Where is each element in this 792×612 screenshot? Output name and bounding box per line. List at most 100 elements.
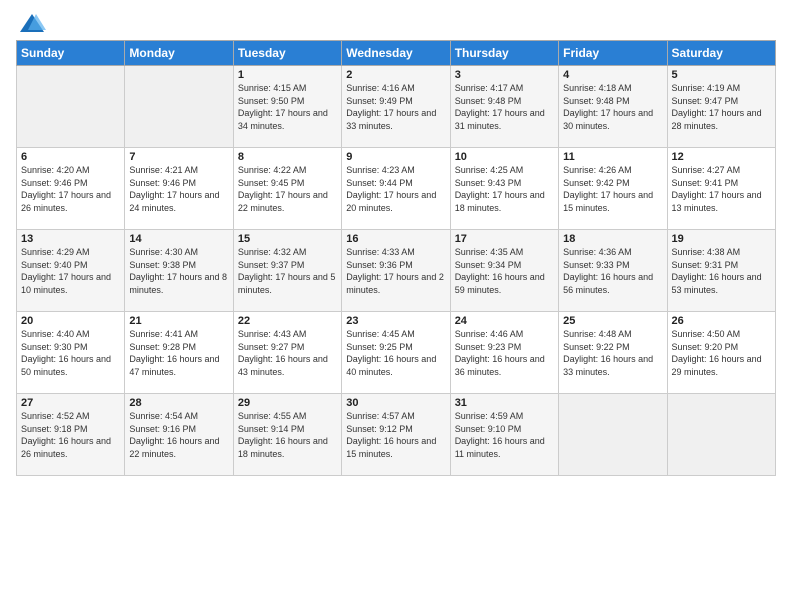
day-info: Sunrise: 4:45 AM Sunset: 9:25 PM Dayligh…: [346, 328, 445, 378]
day-number: 9: [346, 151, 445, 163]
calendar-week-5: 27Sunrise: 4:52 AM Sunset: 9:18 PM Dayli…: [17, 394, 776, 476]
day-number: 30: [346, 397, 445, 409]
day-number: 17: [455, 233, 554, 245]
calendar-cell: [667, 394, 775, 476]
day-number: 5: [672, 69, 771, 81]
day-number: 19: [672, 233, 771, 245]
day-info: Sunrise: 4:52 AM Sunset: 9:18 PM Dayligh…: [21, 410, 120, 460]
day-info: Sunrise: 4:23 AM Sunset: 9:44 PM Dayligh…: [346, 164, 445, 214]
day-info: Sunrise: 4:57 AM Sunset: 9:12 PM Dayligh…: [346, 410, 445, 460]
th-sunday: Sunday: [17, 41, 125, 66]
day-info: Sunrise: 4:18 AM Sunset: 9:48 PM Dayligh…: [563, 82, 662, 132]
day-info: Sunrise: 4:17 AM Sunset: 9:48 PM Dayligh…: [455, 82, 554, 132]
day-number: 10: [455, 151, 554, 163]
day-number: 8: [238, 151, 337, 163]
day-info: Sunrise: 4:25 AM Sunset: 9:43 PM Dayligh…: [455, 164, 554, 214]
calendar-cell: 20Sunrise: 4:40 AM Sunset: 9:30 PM Dayli…: [17, 312, 125, 394]
calendar-cell: 17Sunrise: 4:35 AM Sunset: 9:34 PM Dayli…: [450, 230, 558, 312]
calendar-week-3: 13Sunrise: 4:29 AM Sunset: 9:40 PM Dayli…: [17, 230, 776, 312]
day-number: 28: [129, 397, 228, 409]
day-number: 7: [129, 151, 228, 163]
calendar-cell: 13Sunrise: 4:29 AM Sunset: 9:40 PM Dayli…: [17, 230, 125, 312]
day-number: 13: [21, 233, 120, 245]
calendar-cell: 29Sunrise: 4:55 AM Sunset: 9:14 PM Dayli…: [233, 394, 341, 476]
day-number: 23: [346, 315, 445, 327]
day-info: Sunrise: 4:43 AM Sunset: 9:27 PM Dayligh…: [238, 328, 337, 378]
logo-icon: [18, 10, 46, 38]
calendar-cell: 21Sunrise: 4:41 AM Sunset: 9:28 PM Dayli…: [125, 312, 233, 394]
calendar-table: Sunday Monday Tuesday Wednesday Thursday…: [16, 40, 776, 476]
day-number: 1: [238, 69, 337, 81]
day-number: 22: [238, 315, 337, 327]
calendar-cell: 24Sunrise: 4:46 AM Sunset: 9:23 PM Dayli…: [450, 312, 558, 394]
logo: [16, 10, 46, 34]
calendar-week-1: 1Sunrise: 4:15 AM Sunset: 9:50 PM Daylig…: [17, 66, 776, 148]
day-info: Sunrise: 4:48 AM Sunset: 9:22 PM Dayligh…: [563, 328, 662, 378]
calendar-cell: 28Sunrise: 4:54 AM Sunset: 9:16 PM Dayli…: [125, 394, 233, 476]
calendar-cell: [125, 66, 233, 148]
day-info: Sunrise: 4:46 AM Sunset: 9:23 PM Dayligh…: [455, 328, 554, 378]
day-info: Sunrise: 4:33 AM Sunset: 9:36 PM Dayligh…: [346, 246, 445, 296]
day-info: Sunrise: 4:15 AM Sunset: 9:50 PM Dayligh…: [238, 82, 337, 132]
day-info: Sunrise: 4:26 AM Sunset: 9:42 PM Dayligh…: [563, 164, 662, 214]
day-number: 20: [21, 315, 120, 327]
calendar-cell: 3Sunrise: 4:17 AM Sunset: 9:48 PM Daylig…: [450, 66, 558, 148]
day-number: 29: [238, 397, 337, 409]
day-number: 2: [346, 69, 445, 81]
day-number: 21: [129, 315, 228, 327]
calendar-cell: 10Sunrise: 4:25 AM Sunset: 9:43 PM Dayli…: [450, 148, 558, 230]
day-info: Sunrise: 4:55 AM Sunset: 9:14 PM Dayligh…: [238, 410, 337, 460]
day-info: Sunrise: 4:32 AM Sunset: 9:37 PM Dayligh…: [238, 246, 337, 296]
day-number: 26: [672, 315, 771, 327]
day-number: 18: [563, 233, 662, 245]
calendar-cell: [17, 66, 125, 148]
calendar-cell: 23Sunrise: 4:45 AM Sunset: 9:25 PM Dayli…: [342, 312, 450, 394]
day-info: Sunrise: 4:38 AM Sunset: 9:31 PM Dayligh…: [672, 246, 771, 296]
day-number: 3: [455, 69, 554, 81]
day-info: Sunrise: 4:19 AM Sunset: 9:47 PM Dayligh…: [672, 82, 771, 132]
th-tuesday: Tuesday: [233, 41, 341, 66]
day-info: Sunrise: 4:59 AM Sunset: 9:10 PM Dayligh…: [455, 410, 554, 460]
day-info: Sunrise: 4:54 AM Sunset: 9:16 PM Dayligh…: [129, 410, 228, 460]
calendar-cell: 30Sunrise: 4:57 AM Sunset: 9:12 PM Dayli…: [342, 394, 450, 476]
th-saturday: Saturday: [667, 41, 775, 66]
th-friday: Friday: [559, 41, 667, 66]
day-info: Sunrise: 4:41 AM Sunset: 9:28 PM Dayligh…: [129, 328, 228, 378]
calendar-week-4: 20Sunrise: 4:40 AM Sunset: 9:30 PM Dayli…: [17, 312, 776, 394]
calendar-cell: 22Sunrise: 4:43 AM Sunset: 9:27 PM Dayli…: [233, 312, 341, 394]
calendar-cell: 31Sunrise: 4:59 AM Sunset: 9:10 PM Dayli…: [450, 394, 558, 476]
calendar-cell: 14Sunrise: 4:30 AM Sunset: 9:38 PM Dayli…: [125, 230, 233, 312]
day-number: 6: [21, 151, 120, 163]
day-number: 16: [346, 233, 445, 245]
weekday-header-row: Sunday Monday Tuesday Wednesday Thursday…: [17, 41, 776, 66]
th-monday: Monday: [125, 41, 233, 66]
day-number: 24: [455, 315, 554, 327]
calendar-cell: 1Sunrise: 4:15 AM Sunset: 9:50 PM Daylig…: [233, 66, 341, 148]
calendar-cell: 2Sunrise: 4:16 AM Sunset: 9:49 PM Daylig…: [342, 66, 450, 148]
calendar-cell: 15Sunrise: 4:32 AM Sunset: 9:37 PM Dayli…: [233, 230, 341, 312]
calendar-cell: 8Sunrise: 4:22 AM Sunset: 9:45 PM Daylig…: [233, 148, 341, 230]
calendar-cell: [559, 394, 667, 476]
calendar-cell: 19Sunrise: 4:38 AM Sunset: 9:31 PM Dayli…: [667, 230, 775, 312]
calendar-cell: 12Sunrise: 4:27 AM Sunset: 9:41 PM Dayli…: [667, 148, 775, 230]
day-info: Sunrise: 4:21 AM Sunset: 9:46 PM Dayligh…: [129, 164, 228, 214]
th-thursday: Thursday: [450, 41, 558, 66]
day-info: Sunrise: 4:30 AM Sunset: 9:38 PM Dayligh…: [129, 246, 228, 296]
day-info: Sunrise: 4:35 AM Sunset: 9:34 PM Dayligh…: [455, 246, 554, 296]
day-number: 4: [563, 69, 662, 81]
calendar-cell: 11Sunrise: 4:26 AM Sunset: 9:42 PM Dayli…: [559, 148, 667, 230]
day-number: 15: [238, 233, 337, 245]
calendar-week-2: 6Sunrise: 4:20 AM Sunset: 9:46 PM Daylig…: [17, 148, 776, 230]
calendar-cell: 18Sunrise: 4:36 AM Sunset: 9:33 PM Dayli…: [559, 230, 667, 312]
day-number: 27: [21, 397, 120, 409]
day-info: Sunrise: 4:16 AM Sunset: 9:49 PM Dayligh…: [346, 82, 445, 132]
calendar-cell: 16Sunrise: 4:33 AM Sunset: 9:36 PM Dayli…: [342, 230, 450, 312]
header: [16, 10, 776, 34]
day-info: Sunrise: 4:50 AM Sunset: 9:20 PM Dayligh…: [672, 328, 771, 378]
calendar-cell: 9Sunrise: 4:23 AM Sunset: 9:44 PM Daylig…: [342, 148, 450, 230]
calendar-cell: 26Sunrise: 4:50 AM Sunset: 9:20 PM Dayli…: [667, 312, 775, 394]
day-info: Sunrise: 4:29 AM Sunset: 9:40 PM Dayligh…: [21, 246, 120, 296]
calendar-cell: 6Sunrise: 4:20 AM Sunset: 9:46 PM Daylig…: [17, 148, 125, 230]
day-number: 25: [563, 315, 662, 327]
day-info: Sunrise: 4:36 AM Sunset: 9:33 PM Dayligh…: [563, 246, 662, 296]
